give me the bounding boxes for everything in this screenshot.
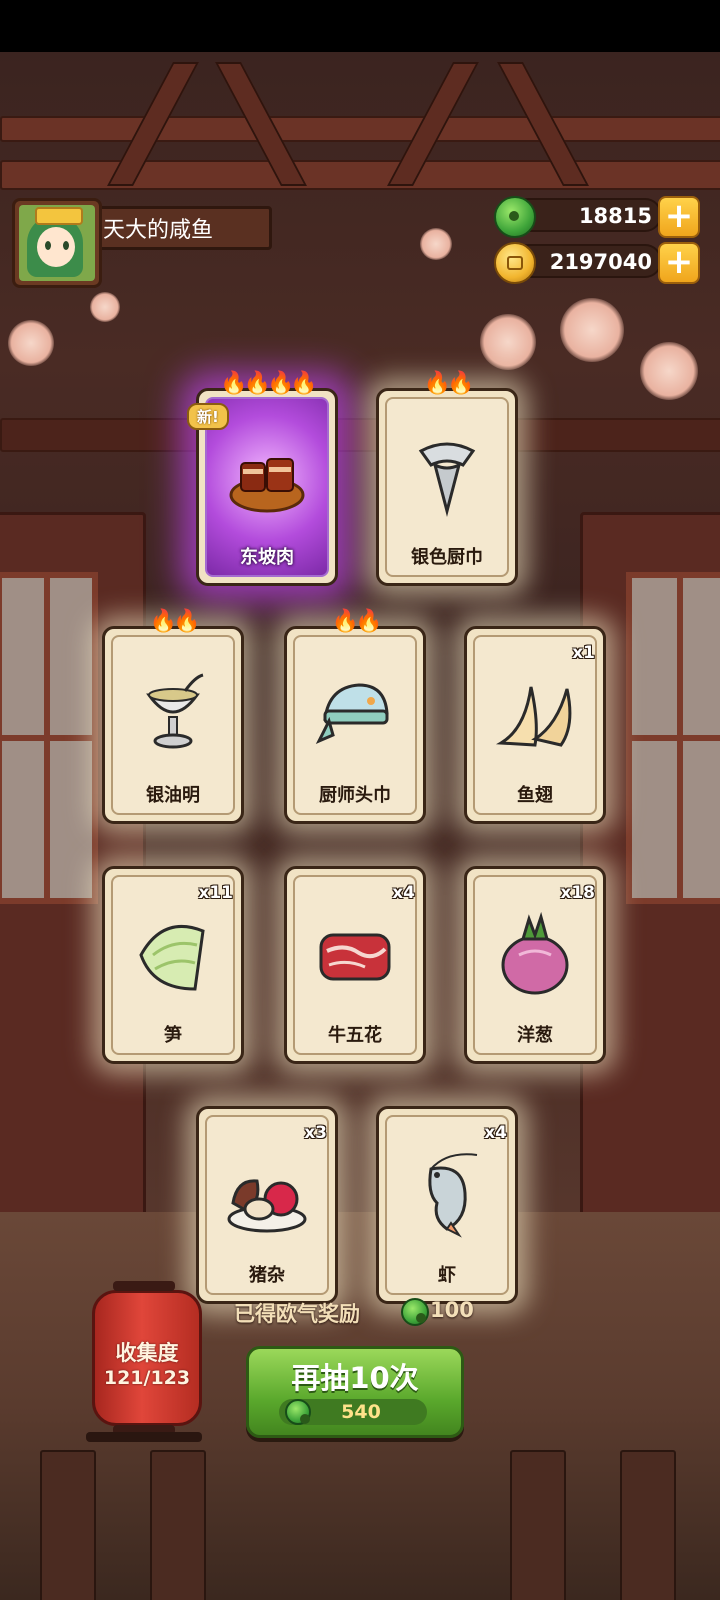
card-name: 厨师头巾	[319, 785, 391, 806]
silver-goblet-icon	[146, 673, 204, 749]
onion-icon	[501, 911, 569, 995]
reward-card-bamboo-shoot[interactable]: x11 笋	[102, 866, 244, 1064]
jade-icon	[494, 196, 536, 238]
blossom-decoration	[8, 320, 54, 366]
pork-offal-icon	[227, 1179, 307, 1233]
avatar-portrait	[19, 205, 95, 281]
fence-post	[510, 1450, 566, 1600]
collection-title: 收集度	[115, 1341, 179, 1365]
item-count: x3	[304, 1123, 327, 1143]
bamboo-shoot-icon	[139, 924, 205, 991]
jade-icon	[285, 1399, 311, 1425]
card-name: 洋葱	[517, 1025, 553, 1046]
card-name: 笋	[164, 1025, 182, 1046]
new-badge: 新!	[187, 403, 229, 430]
fence-post	[150, 1450, 206, 1600]
reward-card-shark-fin[interactable]: x1 鱼翅	[464, 626, 606, 824]
card-name: 鱼翅	[517, 785, 553, 806]
blossom-decoration	[480, 314, 536, 370]
luck-reward-amount: 100	[430, 1298, 474, 1322]
card-name: 东坡肉	[240, 547, 294, 568]
add-jade-button[interactable]: +	[658, 196, 700, 238]
draw-button-label: 再抽10次	[291, 1361, 419, 1395]
rarity-flames-icon: 🔥🔥🔥🔥	[220, 371, 318, 396]
blossom-decoration	[420, 228, 452, 260]
player-avatar[interactable]	[12, 198, 102, 288]
fence-post	[620, 1450, 676, 1600]
reward-card-shrimp[interactable]: x4 虾	[376, 1106, 518, 1304]
jade-icon	[401, 1298, 429, 1326]
roof-beam	[0, 116, 720, 142]
reward-card-silver-goblet[interactable]: 🔥🔥 银油明	[102, 611, 244, 824]
item-count: x1	[572, 643, 595, 663]
item-count: x18	[560, 883, 595, 903]
reward-card-beef-belly[interactable]: x4 牛五花	[284, 866, 426, 1064]
collection-lantern[interactable]: 收集度 121/123	[92, 1281, 202, 1435]
upper-wall-beam	[0, 418, 720, 452]
reward-card-onion[interactable]: x18 洋葱	[464, 866, 606, 1064]
braised-pork-icon	[229, 458, 305, 513]
lantern-stand	[86, 1432, 202, 1442]
item-count: x11	[198, 883, 233, 903]
rarity-flames-icon: 🔥🔥	[423, 371, 475, 396]
card-name: 虾	[438, 1265, 456, 1286]
reward-card-pork-offal[interactable]: x3 猪杂	[196, 1106, 338, 1304]
draw-cost: 540	[341, 1401, 381, 1423]
luck-reward-label: 已得欧气奖励	[234, 1302, 360, 1326]
card-name: 猪杂	[249, 1265, 285, 1286]
rarity-flames-icon: 🔥🔥	[331, 609, 383, 634]
shrimp-icon	[428, 1153, 478, 1238]
player-name: 天大的咸鱼	[88, 206, 272, 250]
add-coins-button[interactable]: +	[658, 242, 700, 284]
draw-ten-again-button[interactable]: 再抽10次 540	[246, 1346, 464, 1438]
blossom-decoration	[640, 342, 698, 400]
beef-belly-icon	[319, 933, 391, 981]
card-name: 银色厨巾	[411, 547, 483, 568]
left-lattice-window	[0, 572, 98, 904]
card-name: 牛五花	[328, 1025, 382, 1046]
blossom-decoration	[560, 298, 624, 362]
item-count: x4	[484, 1123, 507, 1143]
coin-icon	[494, 242, 536, 284]
right-lattice-window	[626, 572, 720, 904]
card-name: 银油明	[146, 785, 200, 806]
blossom-decoration	[90, 292, 120, 322]
reward-card-chef-headscarf[interactable]: 🔥🔥 厨师头巾	[284, 611, 426, 824]
shark-fin-icon	[495, 686, 572, 747]
silver-scarf-icon	[418, 442, 476, 517]
reward-card-silver-scarf[interactable]: 🔥🔥 银色厨巾	[376, 373, 518, 586]
collection-progress: 121/123	[103, 1367, 191, 1389]
rarity-flames-icon: 🔥🔥	[149, 609, 201, 634]
chef-headscarf-icon	[315, 683, 389, 744]
fence-post	[40, 1450, 96, 1600]
reward-card-dongpo-pork[interactable]: 🔥🔥🔥🔥 新! 东坡肉	[187, 373, 338, 586]
item-count: x4	[392, 883, 415, 903]
